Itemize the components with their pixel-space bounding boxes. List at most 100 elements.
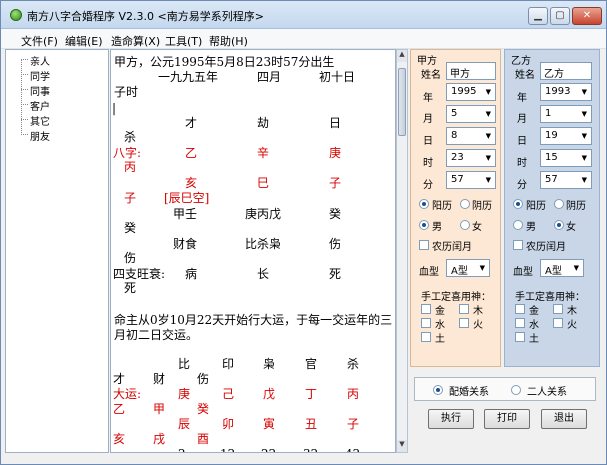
text-line: 死 bbox=[329, 267, 342, 281]
text-line: 命主从0岁10月22天开始行大运，于每一交运年的三 bbox=[114, 313, 393, 327]
text-line: 八字: bbox=[113, 146, 142, 160]
party-a-metal-checkbox[interactable] bbox=[421, 304, 431, 314]
party-b-month-select[interactable]: 1 ▼ bbox=[540, 105, 592, 123]
party-a-female-radio[interactable] bbox=[460, 220, 470, 230]
party-b-female-radio[interactable] bbox=[554, 220, 564, 230]
tree-item-classmates[interactable]: 同学 bbox=[30, 68, 50, 83]
party-a-leap-checkbox[interactable] bbox=[419, 240, 429, 250]
result-text-area[interactable]: 甲方，公元1995年5月8日23时57分出生 一九九五年 四月 初十日 子时 | 才劫日杀八… bbox=[110, 49, 396, 453]
chevron-down-icon: ▼ bbox=[479, 264, 485, 272]
menu-edit[interactable]: 编辑(E) bbox=[65, 33, 103, 49]
party-a-blood-select[interactable]: A型 ▼ bbox=[446, 259, 490, 277]
text-line: 才 bbox=[185, 116, 198, 130]
party-a-earth-checkbox[interactable] bbox=[421, 332, 431, 342]
text-line: 劫 bbox=[257, 116, 270, 130]
party-a-year-select[interactable]: 1995 ▼ bbox=[446, 83, 496, 101]
party-b-water-checkbox[interactable] bbox=[515, 318, 525, 328]
text-line: 12 bbox=[220, 447, 235, 452]
party-b-blood-select[interactable]: A型 ▼ bbox=[540, 259, 584, 277]
title-bar[interactable]: 南方八字合婚程序 V2.3.0 <南方易学系列程序> ▁ ▢ ✕ bbox=[1, 1, 606, 29]
party-b-fire-checkbox[interactable] bbox=[553, 318, 563, 328]
tree-connector bbox=[21, 134, 28, 135]
text-line: 巳 bbox=[257, 176, 270, 190]
text-line: 月初二日交运。 bbox=[114, 328, 199, 342]
party-a-name-input[interactable]: 甲方 bbox=[446, 62, 496, 80]
text-line: 甲壬 bbox=[173, 207, 198, 221]
combo-value: 19 bbox=[545, 130, 558, 141]
combo-value: 5 bbox=[451, 108, 458, 119]
chevron-down-icon: ▼ bbox=[485, 154, 491, 162]
chevron-down-icon: ▼ bbox=[485, 176, 491, 184]
party-b-earth-label: 土 bbox=[529, 334, 539, 345]
party-a-wood-checkbox[interactable] bbox=[459, 304, 469, 314]
two-person-relation-radio[interactable] bbox=[511, 385, 521, 395]
party-a-minute-select[interactable]: 57 ▼ bbox=[446, 171, 496, 189]
party-b-hour-select[interactable]: 15 ▼ bbox=[540, 149, 592, 167]
maximize-button[interactable]: ▢ bbox=[550, 7, 570, 25]
text-line: 杀 bbox=[347, 357, 360, 371]
tree-item-others[interactable]: 其它 bbox=[30, 113, 50, 128]
menu-file[interactable]: 文件(F) bbox=[21, 33, 58, 49]
text-line: 印 bbox=[222, 357, 235, 371]
text-line: 甲 bbox=[153, 402, 166, 416]
print-button[interactable]: 打印 bbox=[484, 409, 530, 429]
party-a-fire-checkbox[interactable] bbox=[459, 318, 469, 328]
party-b-minute-select[interactable]: 57 ▼ bbox=[540, 171, 592, 189]
party-b-wood-checkbox[interactable] bbox=[553, 304, 563, 314]
party-a-month-select[interactable]: 5 ▼ bbox=[446, 105, 496, 123]
party-a-male-radio[interactable] bbox=[419, 220, 429, 230]
exit-button[interactable]: 退出 bbox=[541, 409, 587, 429]
marriage-relation-radio[interactable] bbox=[433, 385, 443, 395]
text-line: 戊 bbox=[263, 387, 276, 401]
text-line: 己 bbox=[222, 387, 235, 401]
minimize-button[interactable]: ▁ bbox=[528, 7, 548, 25]
party-b-title: 乙方 bbox=[511, 56, 531, 67]
chevron-down-icon: ▼ bbox=[573, 264, 579, 272]
text-line: 癸 bbox=[329, 207, 342, 221]
menu-zaomingsuan[interactable]: 造命算(X) bbox=[111, 33, 160, 49]
tree-item-clients[interactable]: 客户 bbox=[30, 98, 50, 113]
party-b-lunar-label: 阴历 bbox=[566, 201, 586, 212]
party-a-minute-label: 分 bbox=[423, 180, 433, 191]
vertical-scrollbar[interactable]: ▲ ▼ bbox=[396, 49, 408, 453]
text-line: 酉 bbox=[197, 432, 210, 446]
party-b-male-radio[interactable] bbox=[513, 220, 523, 230]
chevron-down-icon: ▼ bbox=[581, 176, 587, 184]
party-b-year-label: 年 bbox=[517, 93, 527, 104]
text-line: 伤 bbox=[197, 372, 210, 386]
party-b-earth-checkbox[interactable] bbox=[515, 332, 525, 342]
party-a-solar-radio[interactable] bbox=[419, 199, 429, 209]
party-b-day-select[interactable]: 19 ▼ bbox=[540, 127, 592, 145]
party-b-year-select[interactable]: 1993 ▼ bbox=[540, 83, 592, 101]
menu-help[interactable]: 帮助(H) bbox=[209, 33, 248, 49]
party-a-panel: 甲方 姓名 甲方 年 1995 ▼ 月 5 ▼ 日 8 ▼ 时 23 ▼ 分 57 ▼ 阳… bbox=[410, 49, 501, 367]
party-a-yong-label: 手工定喜用神： bbox=[421, 292, 491, 303]
party-a-earth-label: 土 bbox=[435, 334, 445, 345]
tree-item-friends[interactable]: 朋友 bbox=[30, 128, 50, 143]
party-b-wood-label: 木 bbox=[567, 306, 577, 317]
party-b-metal-checkbox[interactable] bbox=[515, 304, 525, 314]
close-button[interactable]: ✕ bbox=[572, 7, 602, 25]
scroll-down-icon[interactable]: ▼ bbox=[397, 440, 407, 452]
text-line: 辰 bbox=[178, 417, 191, 431]
party-b-lunar-radio[interactable] bbox=[554, 199, 564, 209]
party-a-hour-select[interactable]: 23 ▼ bbox=[446, 149, 496, 167]
party-b-name-input[interactable]: 乙方 bbox=[540, 62, 592, 80]
scroll-up-icon[interactable]: ▲ bbox=[397, 50, 407, 62]
chevron-down-icon: ▼ bbox=[485, 132, 491, 140]
combo-value: A型 bbox=[451, 266, 468, 277]
party-a-male-label: 男 bbox=[432, 222, 442, 233]
party-a-female-label: 女 bbox=[472, 222, 482, 233]
tree-item-relatives[interactable]: 亲人 bbox=[30, 53, 50, 68]
party-b-leap-checkbox[interactable] bbox=[513, 240, 523, 250]
party-a-lunar-radio[interactable] bbox=[460, 199, 470, 209]
party-a-day-select[interactable]: 8 ▼ bbox=[446, 127, 496, 145]
menu-tools[interactable]: 工具(T) bbox=[165, 33, 202, 49]
run-button[interactable]: 执行 bbox=[428, 409, 474, 429]
tree-item-colleagues[interactable]: 同事 bbox=[30, 83, 50, 98]
party-b-female-label: 女 bbox=[566, 222, 576, 233]
scroll-thumb[interactable] bbox=[398, 68, 406, 136]
party-b-solar-radio[interactable] bbox=[513, 199, 523, 209]
party-a-water-checkbox[interactable] bbox=[421, 318, 431, 328]
text-line: 亥 bbox=[185, 176, 198, 190]
